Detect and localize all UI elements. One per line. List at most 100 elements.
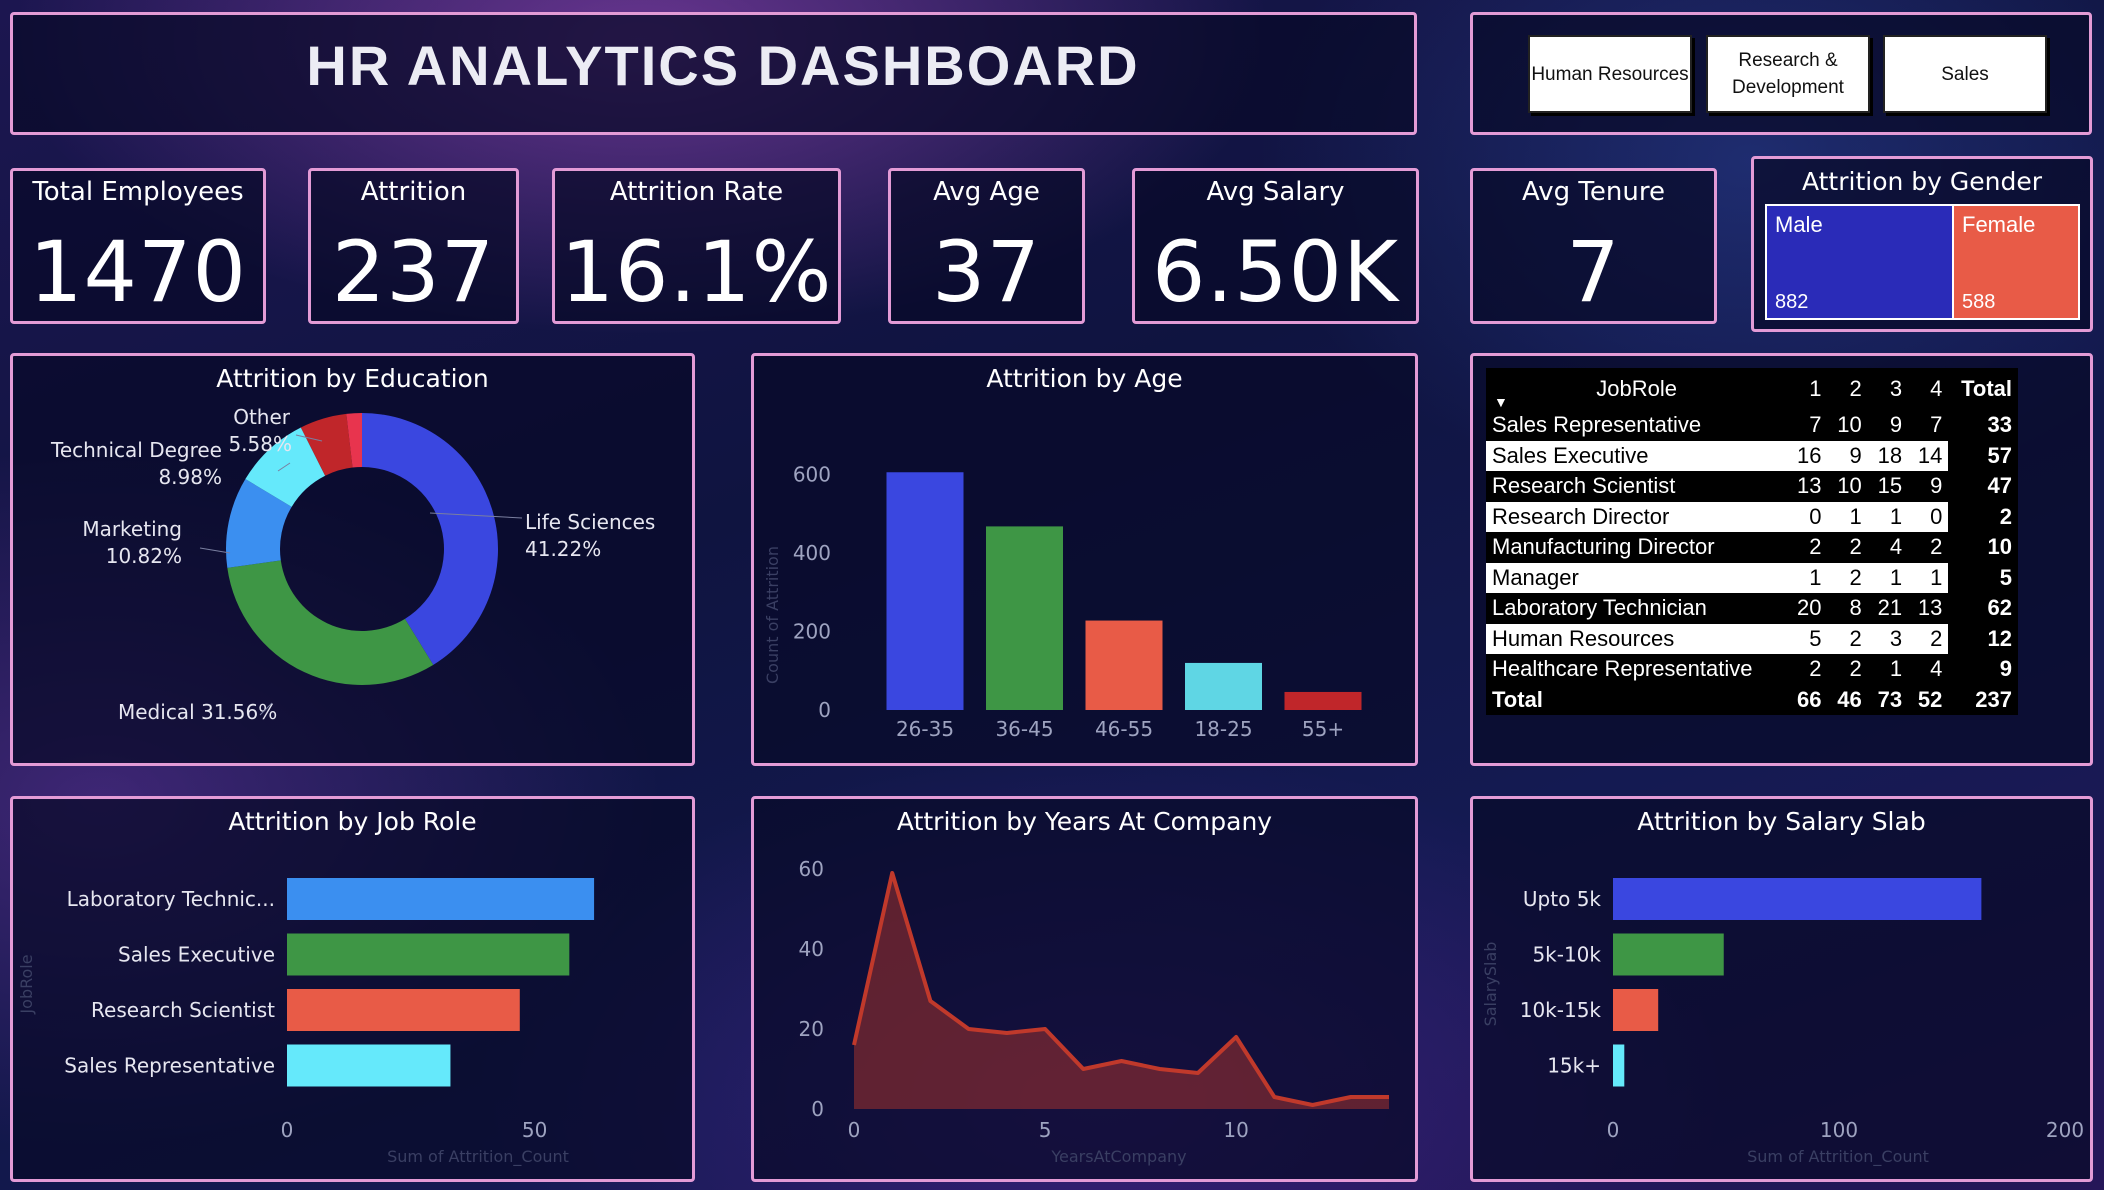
bar-15k[interactable] [1613,1044,1625,1087]
label-marketing-pct: 10.82% [106,544,182,568]
category-label: 15k+ [1547,1054,1601,1078]
matrix-cell: 0 [1908,501,1949,532]
matrix-cell: 16 [1787,440,1828,471]
matrix-cell: 2 [1827,623,1868,654]
x-tick-label: 55+ [1302,717,1344,741]
matrix-row[interactable]: Research Director 0 1 1 0 2 [1486,501,2018,532]
y-tick-label: 0 [811,1097,824,1121]
kpi-value: 6.50K [1151,223,1400,321]
matrix-cell: Research Director [1486,501,1788,532]
matrix-row[interactable]: Sales Representative 7 10 9 7 33 [1486,410,2018,441]
salary-bar-chart: Upto 5k 5k-10k 10k-15k 15k+ 0 100 200 Sum of … [1481,878,2084,1167]
slicer-human-resources-button[interactable]: Human Resources [1528,35,1692,113]
matrix-cell: 1 [1827,501,1868,532]
x-tick-label: 100 [1820,1118,1858,1142]
matrix-cell: 1 [1867,501,1909,532]
bar-sales-executive[interactable] [287,933,570,976]
matrix-cell: 13 [1908,593,1949,624]
bar-5k-10k[interactable] [1613,933,1724,976]
matrix-cell: 5 [1787,623,1828,654]
category-label: 5k-10k [1532,943,1601,967]
x-tick-label: 18-25 [1194,717,1252,741]
matrix-row[interactable]: Laboratory Technician 20 8 21 13 62 [1486,593,2018,624]
matrix-cell: Total [1486,684,1788,715]
matrix-cell: 9 [1827,440,1868,471]
matrix-cell: Sales Executive [1486,440,1788,471]
matrix-row[interactable]: Human Resources 5 2 3 2 12 [1486,623,2018,654]
matrix-cell: 7 [1908,410,1949,441]
matrix-header-jobrole[interactable]: JobRole ▼ [1486,368,1788,410]
matrix-row[interactable]: Sales Executive 16 9 18 14 57 [1486,440,2018,471]
jobrole-y-axis-title: JobRole [17,954,36,1014]
bar-10k-15k[interactable] [1613,989,1659,1031]
matrix-cell: Research Scientist [1486,471,1788,502]
y-tick-label: 400 [793,541,831,565]
sort-down-icon[interactable]: ▼ [1494,394,1508,410]
kpi-label: Avg Salary [1206,177,1345,207]
matrix-cell: 7 [1787,410,1828,441]
matrix-cell: 1 [1787,562,1828,593]
kpi-value: 237 [331,223,496,321]
matrix-cell: Healthcare Representative [1486,654,1788,685]
age-bar-36-45[interactable] [986,526,1063,710]
kpi-value: 1470 [29,223,247,321]
matrix-header-level[interactable]: 3 [1867,368,1909,410]
matrix-cell: 52 [1908,684,1949,715]
age-bar-26-35[interactable] [886,472,964,710]
kpi-label: Avg Tenure [1522,177,1665,207]
x-tick-label: 5 [1039,1118,1052,1142]
matrix-cell: Human Resources [1486,623,1788,654]
matrix-header-total[interactable]: Total [1948,368,2018,410]
y-tick-label: 40 [799,937,824,961]
gender-female-tile[interactable]: Female 588 [1952,204,2080,320]
label-life-sciences: Life Sciences [525,510,655,534]
matrix-cell: 9 [1948,654,2018,685]
matrix-header-level[interactable]: 2 [1827,368,1868,410]
matrix-cell: 2 [1908,532,1949,563]
matrix-header-level[interactable]: 4 [1908,368,1949,410]
matrix-cell: 5 [1948,562,2018,593]
slicer-research-development-button[interactable]: Research & Development [1706,35,1870,113]
donut-slice-medical[interactable] [227,560,434,685]
age-bar-55[interactable] [1284,691,1362,710]
matrix-row[interactable]: Manufacturing Director 2 2 4 2 10 [1486,532,2018,563]
y-tick-label: 20 [799,1017,824,1041]
jobrole-panel: Attrition by Job Role Laboratory Technic… [10,796,695,1182]
donut-slice-life-sciences[interactable] [362,413,498,665]
kpi-value: 37 [932,223,1041,321]
label-life-sciences-pct: 41.22% [525,537,601,561]
matrix-cell: 9 [1867,410,1909,441]
bar-sales-representative[interactable] [287,1044,451,1087]
matrix-cell: 10 [1948,532,2018,563]
matrix-cell: 10 [1827,471,1868,502]
jobrole-matrix: JobRole ▼ 1 2 3 4 Total Sales Representa… [1486,368,2018,715]
gender-female-label: Female [1962,212,2036,237]
category-label: Sales Executive [118,943,275,967]
matrix-cell: 0 [1787,501,1828,532]
x-tick-label: 200 [2046,1118,2084,1142]
matrix-cell: 2 [1787,654,1828,685]
kpi-label: Total Employees [32,177,244,207]
matrix-row[interactable]: Healthcare Representative 2 2 1 4 9 [1486,654,2018,685]
matrix-row[interactable]: Research Scientist 13 10 15 9 47 [1486,471,2018,502]
matrix-cell: 57 [1948,440,2018,471]
y-tick-label: 200 [793,620,831,644]
gender-male-label: Male [1775,212,1823,237]
bar-laboratory-technic[interactable] [287,878,595,920]
matrix-cell: Manager [1486,562,1788,593]
matrix-cell: Laboratory Technician [1486,593,1788,624]
gender-male-tile[interactable]: Male 882 [1765,204,1955,320]
bar-upto-5k[interactable] [1613,878,1982,920]
matrix-header-level[interactable]: 1 [1787,368,1828,410]
matrix-cell: Manufacturing Director [1486,532,1788,563]
label-other: Other [233,405,291,429]
age-panel: Attrition by Age 0 200 400 600 26-35 36-45 46… [751,353,1418,766]
category-label: 10k-15k [1520,998,1602,1022]
matrix-cell: 1 [1908,562,1949,593]
age-bar-18-25[interactable] [1185,662,1262,710]
matrix-cell: 2 [1827,654,1868,685]
matrix-row[interactable]: Manager 1 2 1 1 5 [1486,562,2018,593]
bar-research-scientist[interactable] [287,989,520,1031]
age-bar-46-55[interactable] [1085,620,1163,710]
slicer-sales-button[interactable]: Sales [1883,35,2047,113]
